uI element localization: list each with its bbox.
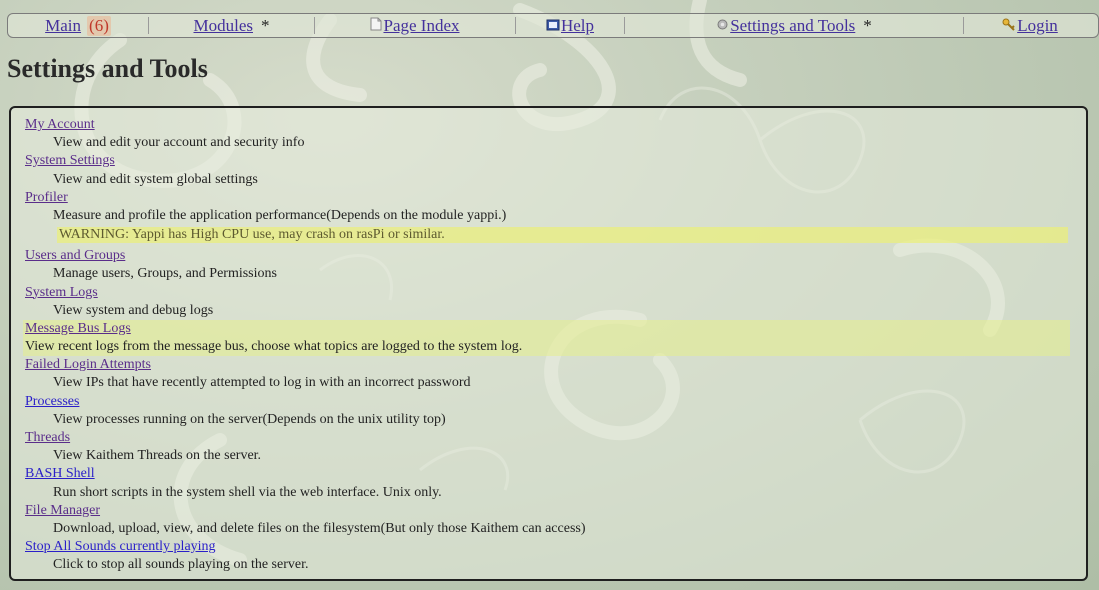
nav-login: Login — [964, 16, 1096, 35]
threads-link[interactable]: Threads — [25, 430, 70, 445]
bash-shell-description: Run short scripts in the system shell vi… — [53, 484, 442, 500]
list-item-title: Failed Login Attempts — [25, 356, 1070, 374]
settings-unsaved-star: * — [863, 15, 872, 35]
threads-description: View Kaithem Threads on the server. — [53, 448, 262, 464]
processes-link[interactable]: Processes — [25, 394, 79, 409]
settings-tools-panel: My Account View and edit your account an… — [9, 106, 1088, 581]
list-item-title: My Account — [25, 116, 1070, 134]
nav-login-link[interactable]: Login — [1017, 16, 1058, 36]
list-item-title: System Logs — [25, 284, 1070, 302]
system-logs-link[interactable]: System Logs — [25, 285, 98, 300]
users-groups-link[interactable]: Users and Groups — [25, 248, 125, 263]
list-item-title: BASH Shell — [25, 465, 1070, 483]
nav-page-index-link[interactable]: Page Index — [383, 16, 459, 36]
nav-main-link[interactable]: Main — [45, 16, 81, 36]
page-icon — [370, 16, 382, 36]
processes-description: View processes running on the server(Dep… — [53, 411, 446, 427]
stop-all-sounds-link[interactable]: Stop All Sounds currently playing — [25, 539, 216, 554]
file-manager-description: Download, upload, view, and delete files… — [53, 520, 586, 536]
nav-page-index: Page Index — [315, 16, 515, 35]
nav-main: Main (6) — [8, 15, 148, 36]
system-logs-description: View system and debug logs — [53, 302, 214, 318]
book-icon — [546, 16, 560, 36]
file-manager-link[interactable]: File Manager — [25, 503, 100, 518]
nav-modules-link[interactable]: Modules — [194, 16, 254, 36]
list-item-title: Stop All Sounds currently playing — [25, 538, 1070, 556]
system-settings-description: View and edit system global settings — [53, 171, 258, 187]
top-nav-bar: Main (6) Modules * Page Index Help Setti… — [7, 13, 1099, 38]
list-item-title: Processes — [25, 393, 1070, 411]
page-title: Settings and Tools — [7, 54, 208, 83]
system-settings-link[interactable]: System Settings — [25, 153, 115, 168]
nav-settings-link[interactable]: Settings and Tools — [730, 16, 855, 36]
notification-count-badge[interactable]: (6) — [87, 15, 111, 36]
nav-modules: Modules * — [149, 16, 314, 35]
nav-help-link[interactable]: Help — [561, 16, 594, 36]
list-item-title: Message Bus Logs — [23, 319, 1070, 339]
message-bus-logs-link[interactable]: Message Bus Logs — [25, 321, 131, 336]
gear-icon — [716, 16, 729, 36]
list-item-title: Threads — [25, 429, 1070, 447]
list-item-title: System Settings — [25, 152, 1070, 170]
users-groups-description: Manage users, Groups, and Permissions — [53, 266, 277, 282]
nav-settings: Settings and Tools * — [625, 16, 963, 35]
key-icon — [1002, 16, 1016, 36]
list-item-title: File Manager — [25, 502, 1070, 520]
my-account-description: View and edit your account and security … — [53, 135, 305, 151]
bash-shell-link[interactable]: BASH Shell — [25, 466, 95, 481]
message-bus-logs-description: View recent logs from the message bus, c… — [23, 338, 1070, 357]
my-account-link[interactable]: My Account — [25, 117, 95, 132]
nav-help: Help — [516, 16, 624, 35]
list-item-title: Users and Groups — [25, 247, 1070, 265]
profiler-warning-row: WARNING: Yappi has High CPU use, may cra… — [25, 225, 1070, 247]
stop-all-sounds-description: Click to stop all sounds playing on the … — [53, 557, 309, 573]
profiler-description: Measure and profile the application perf… — [53, 207, 507, 223]
profiler-warning: WARNING: Yappi has High CPU use, may cra… — [57, 227, 1068, 244]
failed-login-attempts-description: View IPs that have recently attempted to… — [53, 375, 471, 391]
tool-list: My Account View and edit your account an… — [23, 116, 1070, 575]
modules-unsaved-star: * — [261, 15, 270, 35]
failed-login-attempts-link[interactable]: Failed Login Attempts — [25, 357, 151, 372]
list-item-title: Profiler — [25, 189, 1070, 207]
profiler-link[interactable]: Profiler — [25, 190, 68, 205]
